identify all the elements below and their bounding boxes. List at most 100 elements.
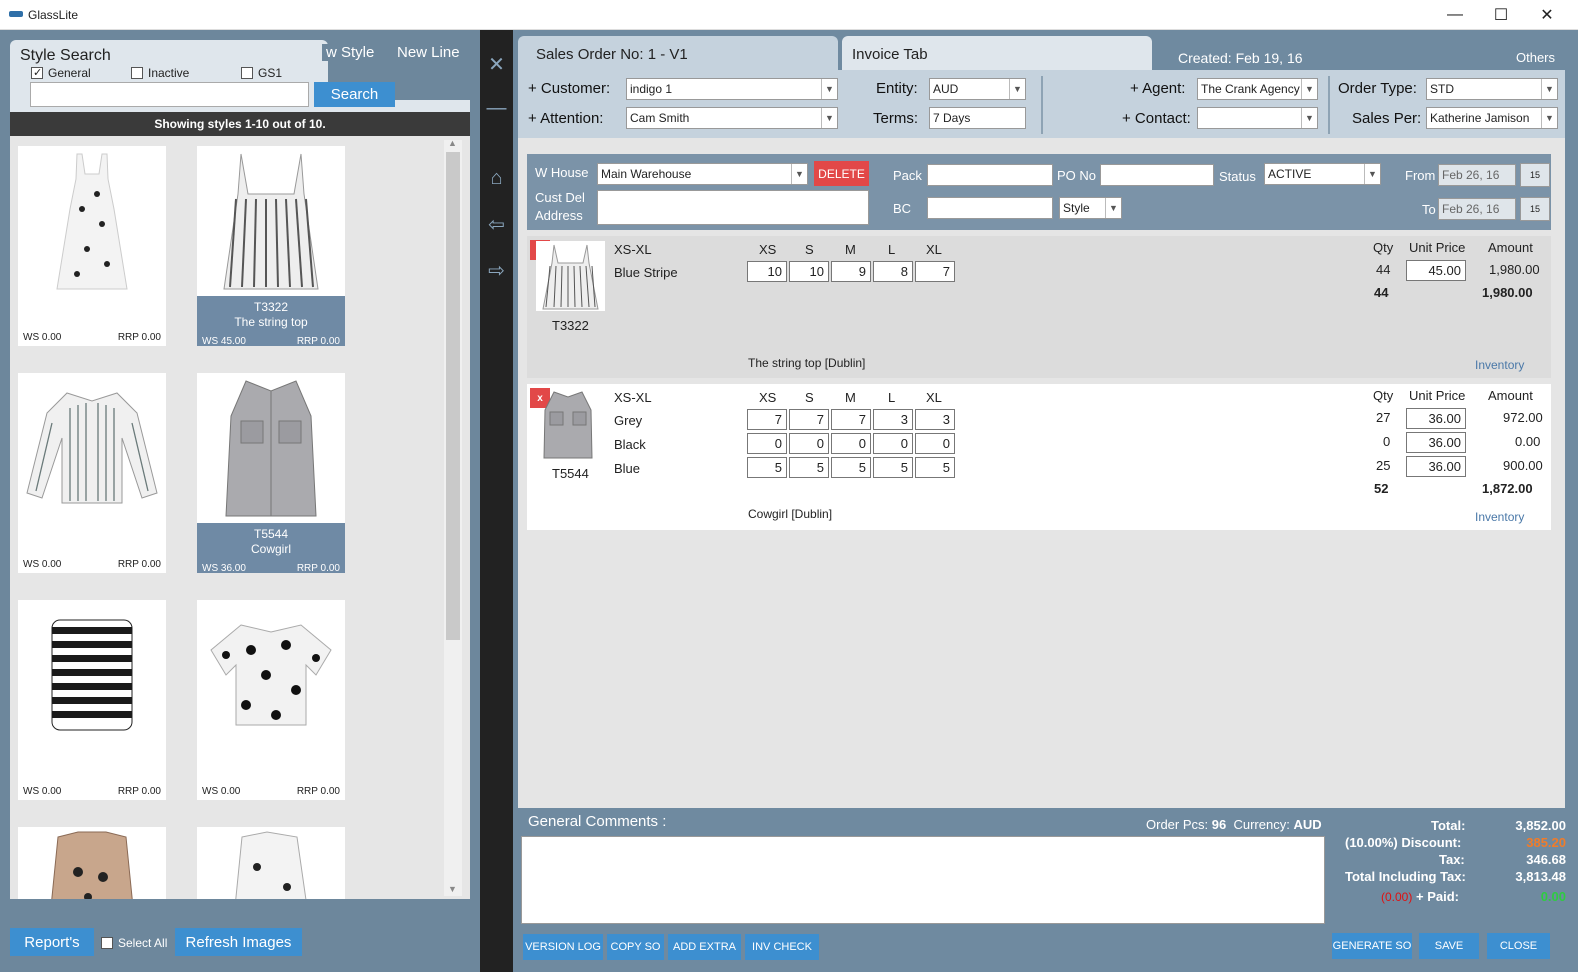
unit-price-input[interactable]: 36.00	[1406, 432, 1466, 453]
inventory-link[interactable]: Inventory	[1475, 510, 1524, 524]
contact-select[interactable]: ▼	[1197, 107, 1318, 129]
style-card[interactable]: WS 0.00 RRP 0.00	[197, 600, 345, 800]
qty-input[interactable]: 0	[831, 433, 871, 454]
select-all-checkbox[interactable]	[101, 937, 113, 949]
close-button[interactable]: CLOSE	[1487, 933, 1550, 959]
qty-input[interactable]: 3	[915, 409, 955, 430]
qty-input[interactable]: 10	[789, 261, 829, 282]
cust-del-label: Cust Del	[535, 190, 585, 205]
po-no-input[interactable]	[1100, 164, 1214, 186]
qty-input[interactable]: 7	[831, 409, 871, 430]
style-card[interactable]: T3322 The string top WS 45.00 RRP 0.00	[197, 146, 345, 347]
pack-input[interactable]	[927, 164, 1053, 186]
sales-per-select[interactable]: Katherine Jamison ▼	[1426, 107, 1558, 129]
gs1-checkbox[interactable]	[241, 67, 253, 79]
inactive-checkbox[interactable]	[131, 67, 143, 79]
style-select[interactable]: Style ▼	[1059, 197, 1122, 219]
add-extra-button[interactable]: ADD EXTRA	[668, 934, 741, 960]
scrollbar-thumb[interactable]	[446, 152, 460, 640]
select-all-label: Select All	[118, 936, 168, 950]
tax-value: 346.68	[1526, 852, 1566, 867]
qty-input[interactable]: 5	[789, 457, 829, 478]
qty-input[interactable]: 0	[873, 433, 913, 454]
style-card[interactable]	[18, 827, 166, 899]
whouse-label: W House	[535, 165, 589, 180]
customer-label[interactable]: + Customer:	[528, 80, 610, 97]
refresh-images-button[interactable]: Refresh Images	[175, 928, 302, 956]
back-arrow-icon[interactable]: ⇦	[480, 212, 513, 236]
status-select[interactable]: ACTIVE ▼	[1264, 163, 1381, 185]
rrp-price: RRP 0.00	[117, 332, 161, 343]
ws-price: WS 0.00	[23, 332, 62, 343]
tab-new-line[interactable]: New Line	[397, 44, 460, 61]
scroll-down-icon[interactable]: ▼	[448, 884, 457, 894]
currency-value: AUD	[1293, 817, 1322, 832]
paid-label[interactable]: + Paid:	[1416, 889, 1459, 904]
unit-price-input[interactable]: 36.00	[1406, 456, 1466, 477]
inv-check-button[interactable]: INV CHECK	[745, 934, 819, 960]
minimize-button[interactable]: —	[1432, 0, 1478, 30]
scroll-up-icon[interactable]: ▲	[448, 138, 457, 148]
maximize-button[interactable]: ☐	[1478, 0, 1524, 30]
customer-select[interactable]: indigo 1 ▼	[626, 78, 838, 100]
style-card[interactable]: WS 0.00 RRP 0.00	[18, 373, 166, 573]
close-window-button[interactable]: ✕	[1524, 0, 1570, 30]
inventory-link[interactable]: Inventory	[1475, 358, 1524, 372]
attention-label[interactable]: + Attention:	[528, 110, 603, 127]
qty-input[interactable]: 7	[789, 409, 829, 430]
copy-so-button[interactable]: COPY SO	[607, 934, 664, 960]
line-thumbnail	[536, 241, 605, 311]
qty-input[interactable]: 7	[747, 409, 787, 430]
attention-select[interactable]: Cam Smith ▼	[626, 107, 838, 129]
generate-so-button[interactable]: GENERATE SO	[1332, 933, 1412, 959]
tab-new-style[interactable]: w Style	[322, 44, 375, 61]
general-checkbox[interactable]	[31, 67, 43, 79]
from-date-input[interactable]: Feb 26, 16	[1438, 164, 1516, 186]
style-card[interactable]: WS 0.00 RRP 0.00	[18, 146, 166, 346]
general-comments-input[interactable]	[521, 836, 1325, 924]
qty-input[interactable]: 5	[747, 457, 787, 478]
warehouse-select[interactable]: Main Warehouse ▼	[597, 163, 808, 185]
qty-input[interactable]: 0	[915, 433, 955, 454]
version-log-button[interactable]: VERSION LOG	[523, 934, 603, 960]
qty-input[interactable]: 8	[873, 261, 913, 282]
home-icon[interactable]: ⌂	[480, 166, 513, 190]
calendar-icon[interactable]: 15	[1520, 163, 1550, 187]
style-card[interactable]: WS 0.00 RRP 0.00	[18, 600, 166, 800]
qty-input[interactable]: 10	[747, 261, 787, 282]
unit-price-input[interactable]: 36.00	[1406, 408, 1466, 429]
minimize-icon[interactable]: —	[480, 96, 513, 120]
qty-input[interactable]: 5	[873, 457, 913, 478]
entity-select[interactable]: AUD ▼	[929, 78, 1026, 100]
style-card[interactable]	[197, 827, 345, 899]
agent-select[interactable]: The Crank Agency ▼	[1197, 78, 1318, 100]
reports-button[interactable]: Report's	[10, 928, 94, 956]
contact-label[interactable]: + Contact:	[1122, 110, 1191, 127]
close-icon[interactable]: ✕	[480, 52, 513, 76]
forward-arrow-icon[interactable]: ⇨	[480, 258, 513, 282]
unit-price-input[interactable]: 45.00	[1406, 260, 1466, 281]
grid-scrollbar[interactable]: ▲ ▼	[444, 138, 462, 896]
qty-input[interactable]: 7	[915, 261, 955, 282]
qty-input[interactable]: 3	[873, 409, 913, 430]
qty-input[interactable]: 5	[915, 457, 955, 478]
to-date-input[interactable]: Feb 26, 16	[1438, 198, 1516, 220]
invoice-tab-label: Invoice Tab	[852, 46, 928, 63]
order-type-select[interactable]: STD ▼	[1426, 78, 1558, 100]
terms-input[interactable]: 7 Days	[929, 107, 1026, 129]
search-button[interactable]: Search	[314, 82, 395, 107]
qty-input[interactable]: 0	[789, 433, 829, 454]
search-input[interactable]	[30, 82, 309, 107]
qty-input[interactable]: 9	[831, 261, 871, 282]
line-total-qty: 44	[1374, 285, 1389, 300]
delete-button[interactable]: DELETE	[814, 161, 869, 186]
bc-input[interactable]	[927, 197, 1053, 219]
qty-input[interactable]: 5	[831, 457, 871, 478]
agent-label[interactable]: + Agent:	[1130, 80, 1185, 97]
cust-del-address-input[interactable]	[597, 190, 869, 225]
style-card[interactable]: T5544 Cowgirl WS 36.00 RRP 0.00	[197, 373, 345, 574]
others-link[interactable]: Others	[1516, 50, 1555, 65]
save-button[interactable]: SAVE	[1419, 933, 1479, 959]
qty-input[interactable]: 0	[747, 433, 787, 454]
calendar-icon[interactable]: 15	[1520, 197, 1550, 221]
